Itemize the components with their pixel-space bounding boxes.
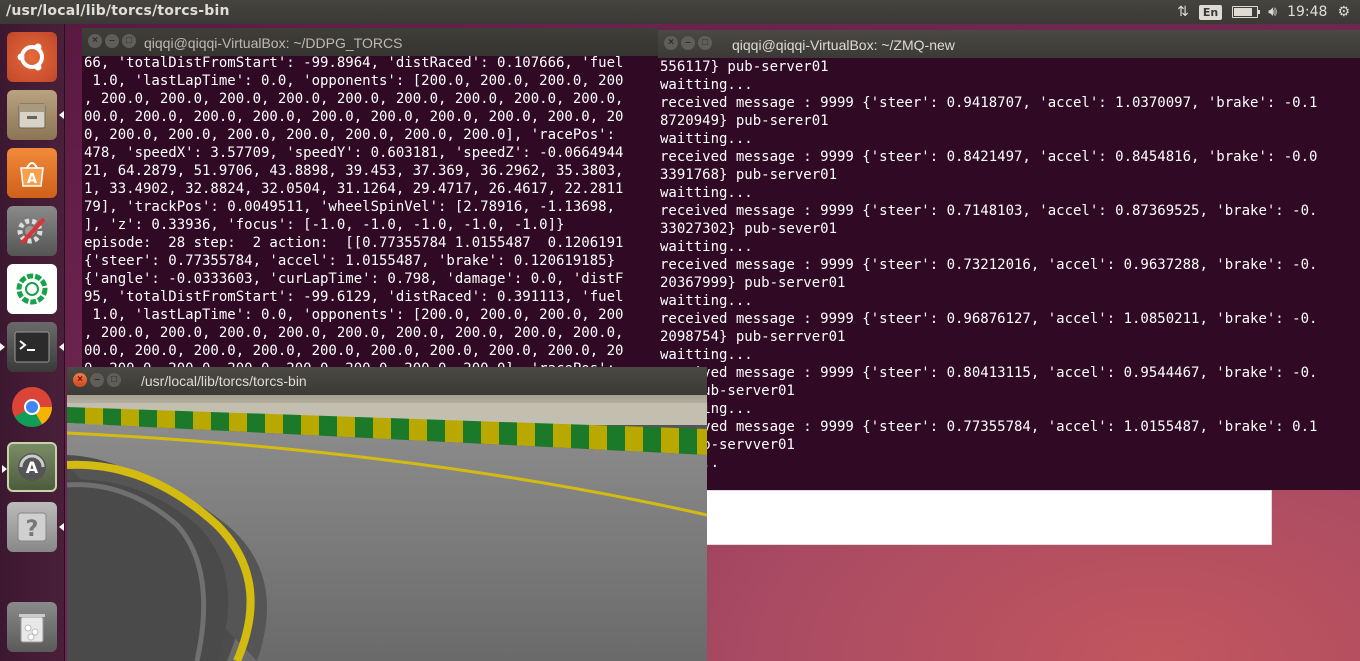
trash-icon [19, 614, 45, 643]
indicator-tray: ⇅ En 🔊︎ 19:48 ⚙ [1177, 0, 1360, 24]
software-updater-icon: A [18, 453, 46, 481]
chrome-button[interactable] [7, 382, 57, 432]
close-button[interactable]: × [664, 36, 678, 50]
maximize-button[interactable]: □ [107, 373, 121, 387]
files-button[interactable] [7, 90, 64, 140]
system-settings-button[interactable] [7, 206, 57, 256]
terminal-icon [14, 331, 50, 363]
top-panel: /usr/local/lib/torcs/torcs-bin ⇅ En 🔊︎ 1… [0, 0, 1360, 24]
power-gear-icon[interactable]: ⚙ [1337, 4, 1350, 20]
terminal-zmq-titlebar[interactable]: × – □ qiqqi@qiqqi-VirtualBox: ~/ZMQ-new [658, 30, 1360, 58]
svg-text:A: A [27, 172, 37, 187]
network-updown-icon[interactable]: ⇅ [1177, 4, 1189, 20]
software-updater-button[interactable]: A [2, 442, 57, 492]
help-button[interactable]: ? [7, 502, 64, 552]
green-app-icon [16, 273, 48, 305]
close-button[interactable]: × [88, 34, 102, 48]
torcs-titlebar[interactable]: × – □ /usr/local/lib/torcs/torcs-bin [67, 367, 707, 395]
minimize-button[interactable]: – [681, 36, 695, 50]
software-center-icon: A [20, 162, 44, 187]
files-icon [18, 103, 46, 129]
blank-window-area [706, 490, 1272, 545]
trash-button[interactable] [7, 602, 57, 652]
terminal-window-zmq[interactable]: × – □ qiqqi@qiqqi-VirtualBox: ~/ZMQ-new … [658, 30, 1360, 490]
clock[interactable]: 19:48 [1287, 4, 1327, 20]
terminal-zmq-output[interactable]: 556117} pub-server01 waitting... receive… [660, 58, 1317, 472]
software-center-button[interactable]: A [7, 148, 57, 198]
torcs-game-window[interactable]: × – □ /usr/local/lib/torcs/torcs-bin [67, 367, 707, 661]
race-track-view[interactable] [67, 395, 707, 661]
system-settings-icon [17, 217, 46, 245]
help-icon: ? [17, 512, 47, 542]
torcs-title: /usr/local/lib/torcs/torcs-bin [141, 373, 307, 389]
svg-text:?: ? [26, 517, 39, 542]
terminal-ddpg-output[interactable]: 66, 'totalDistFromStart': -99.8964, 'dis… [84, 54, 623, 368]
terminal-button[interactable] [0, 322, 64, 372]
chrome-icon [12, 387, 52, 427]
minimize-button[interactable]: – [90, 373, 104, 387]
minimize-button[interactable]: – [105, 34, 119, 48]
keyboard-language-indicator[interactable]: En [1198, 4, 1223, 20]
ubuntu-dash-button[interactable] [7, 32, 57, 82]
terminal-ddpg-title: qiqqi@qiqqi-VirtualBox: ~/DDPG_TORCS [144, 35, 403, 51]
terminal-window-ddpg[interactable]: × – □ qiqqi@qiqqi-VirtualBox: ~/DDPG_TOR… [82, 28, 660, 368]
battery-icon[interactable] [1232, 6, 1261, 18]
maximize-button[interactable]: □ [698, 36, 712, 50]
ubuntu-dash-icon [17, 43, 44, 71]
svg-text:A: A [26, 458, 39, 477]
active-window-title: /usr/local/lib/torcs/torcs-bin [6, 3, 230, 19]
terminal-ddpg-titlebar[interactable]: × – □ qiqqi@qiqqi-VirtualBox: ~/DDPG_TOR… [82, 28, 660, 56]
launcher: A A ? [0, 24, 65, 661]
volume-icon[interactable]: 🔊︎ [1268, 4, 1277, 20]
terminal-zmq-title: qiqqi@qiqqi-VirtualBox: ~/ZMQ-new [732, 37, 955, 53]
close-button[interactable]: × [73, 373, 87, 387]
green-app-button[interactable] [7, 264, 57, 314]
maximize-button[interactable]: □ [122, 34, 136, 48]
